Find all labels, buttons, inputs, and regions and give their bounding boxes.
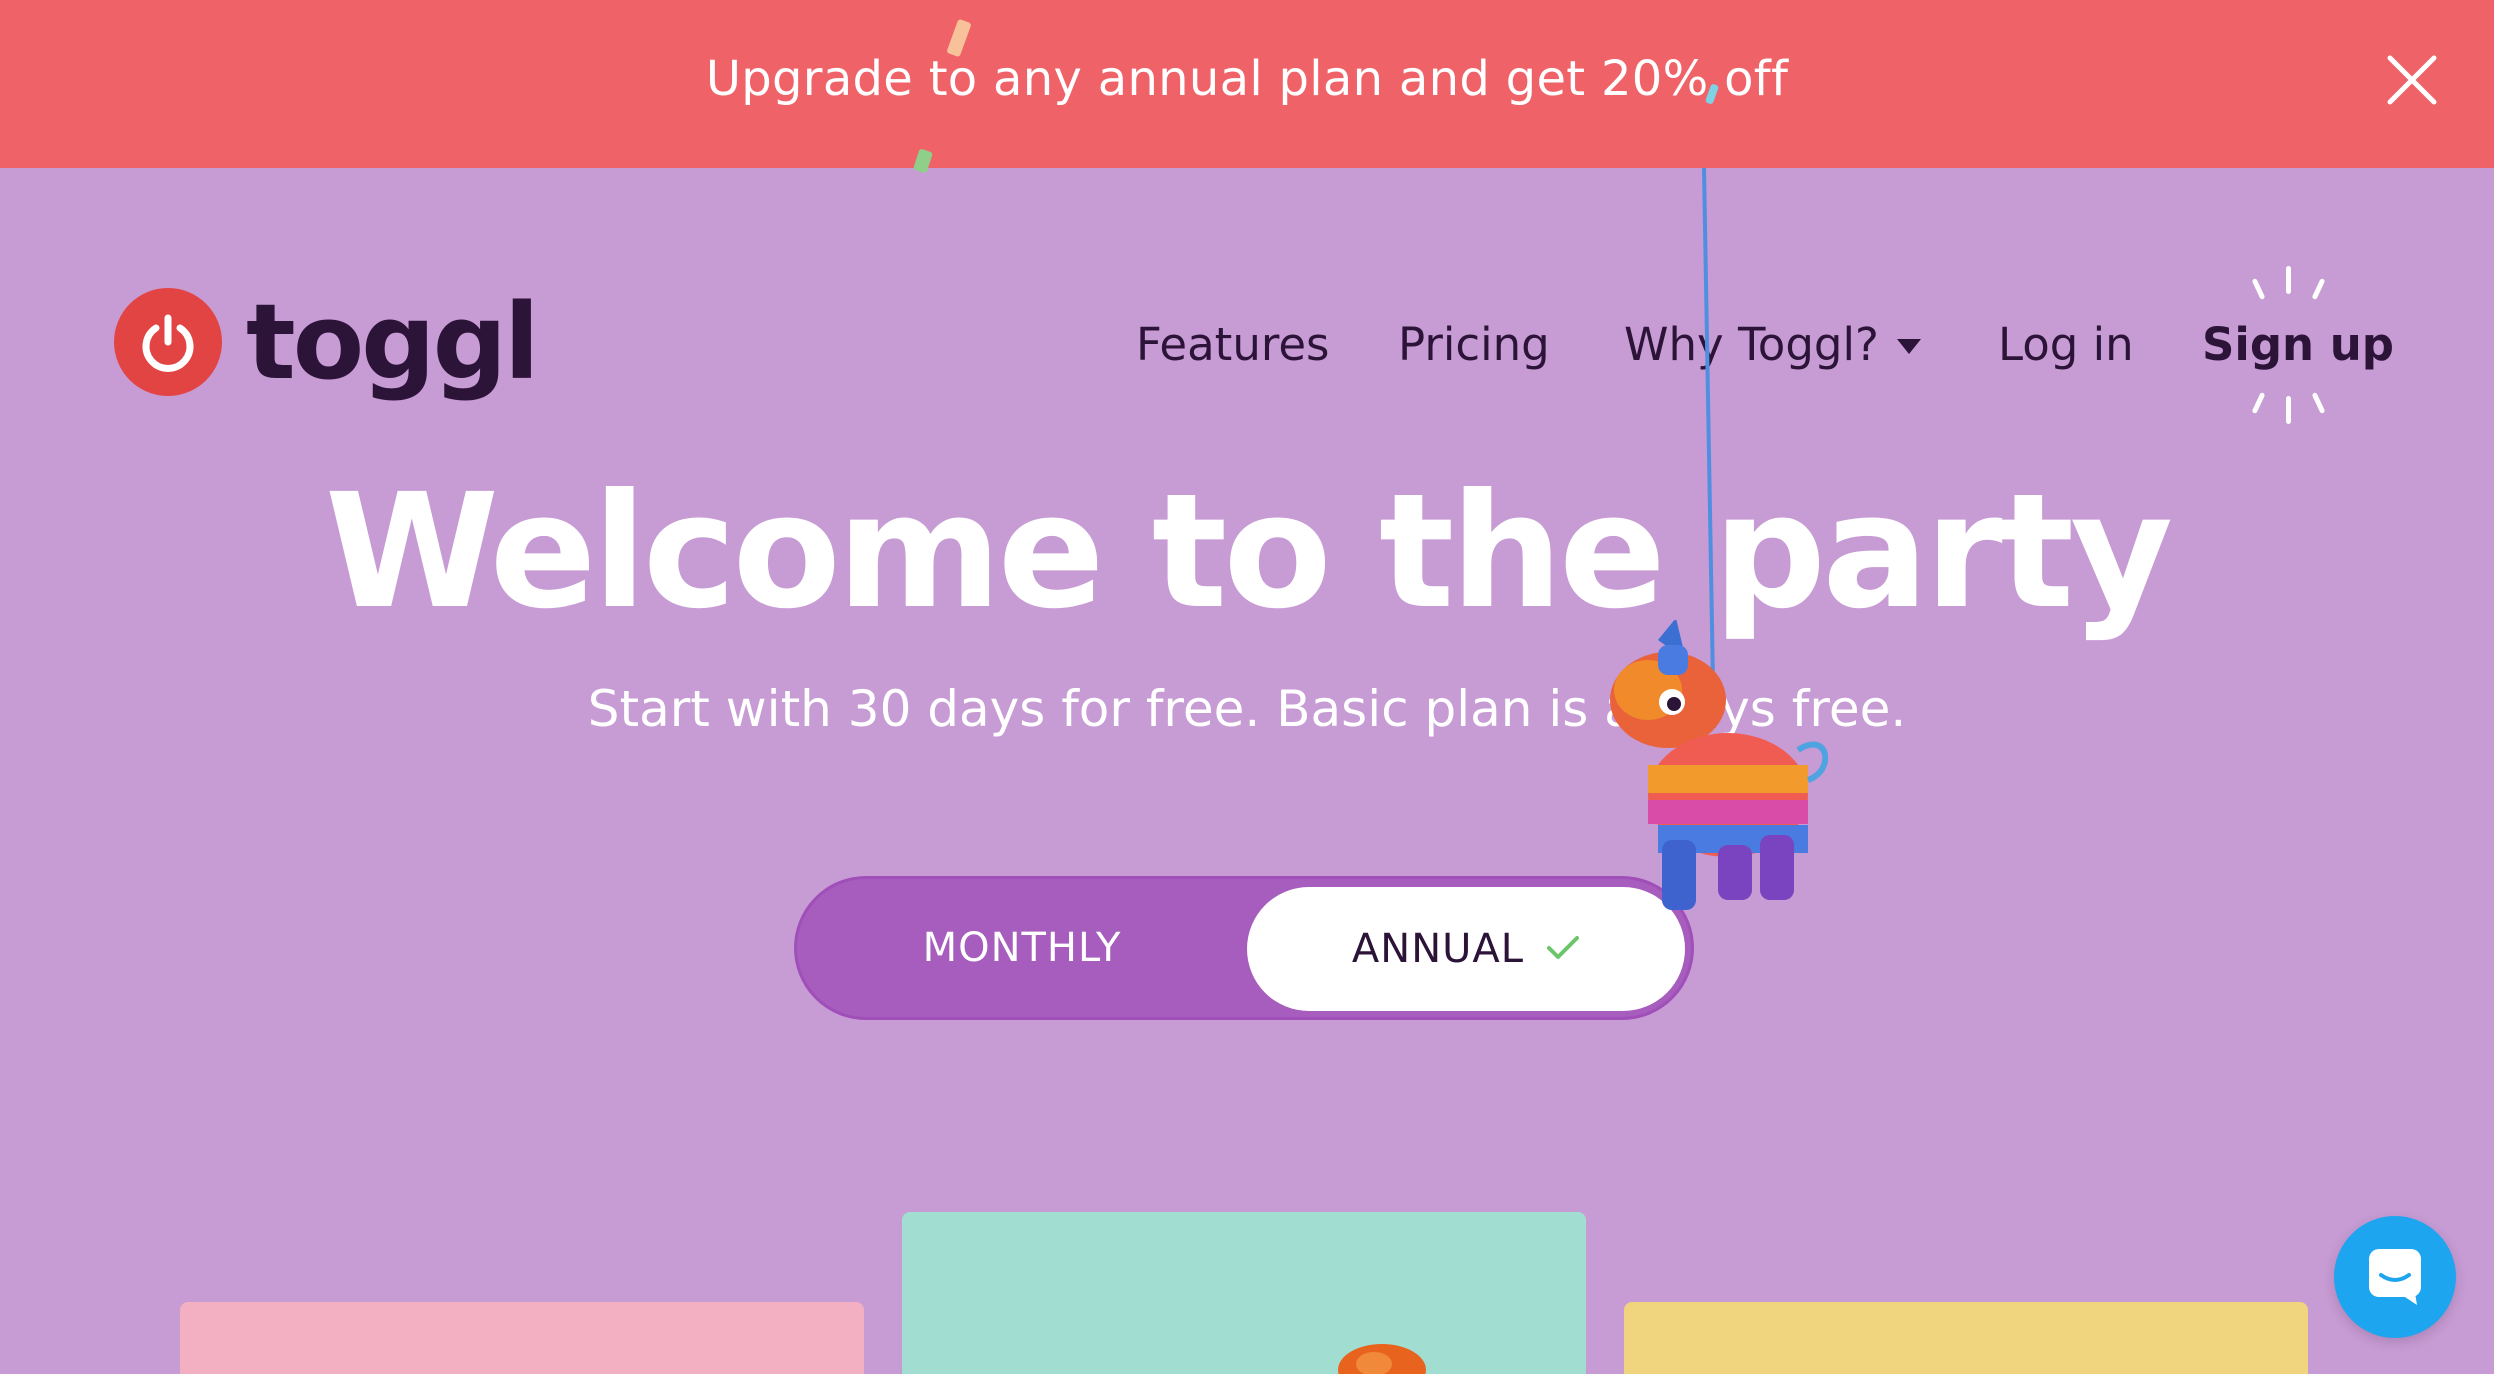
chevron-down-icon	[1896, 339, 1921, 354]
billing-toggle[interactable]: MONTHLY ANNUAL	[794, 876, 1694, 1020]
nav-signup-link[interactable]: Sign up	[2202, 318, 2394, 371]
nav-login-link[interactable]: Log in	[1998, 318, 2134, 371]
nav-pricing-link[interactable]: Pricing	[1398, 318, 1550, 371]
pricing-card-premium[interactable]	[902, 1212, 1586, 1374]
pinata-illustration[interactable]	[1588, 618, 1829, 920]
chat-icon	[2365, 1245, 2425, 1309]
nav-features-link[interactable]: Features	[1136, 318, 1330, 371]
toggl-logo[interactable]: toggl	[114, 281, 540, 403]
check-icon	[1546, 926, 1580, 972]
page-title: Welcome to the party	[324, 460, 2173, 644]
nav-why-toggl-label: Why Toggl?	[1624, 318, 1879, 371]
confetti-piece	[912, 148, 934, 174]
toggle-monthly-label: MONTHLY	[922, 925, 1122, 971]
pricing-card-starter[interactable]	[180, 1302, 864, 1374]
page-subtitle: Start with 30 days for free. Basic plan …	[587, 680, 1907, 738]
toggle-monthly[interactable]: MONTHLY	[797, 879, 1247, 1017]
promo-banner-text: Upgrade to any annual plan and get 20% o…	[705, 51, 1789, 107]
power-icon	[114, 288, 222, 396]
promo-banner: Upgrade to any annual plan and get 20% o…	[0, 0, 2494, 174]
toggle-annual-label: ANNUAL	[1351, 926, 1525, 972]
chat-launcher-button[interactable]	[2334, 1216, 2456, 1338]
pricing-card-enterprise[interactable]	[1624, 1302, 2308, 1374]
nav-why-toggl-dropdown[interactable]: Why Toggl?	[1624, 318, 1921, 371]
card-illustration	[1338, 1344, 1426, 1374]
brand-name: toggl	[246, 281, 540, 403]
close-icon[interactable]	[2384, 52, 2440, 108]
